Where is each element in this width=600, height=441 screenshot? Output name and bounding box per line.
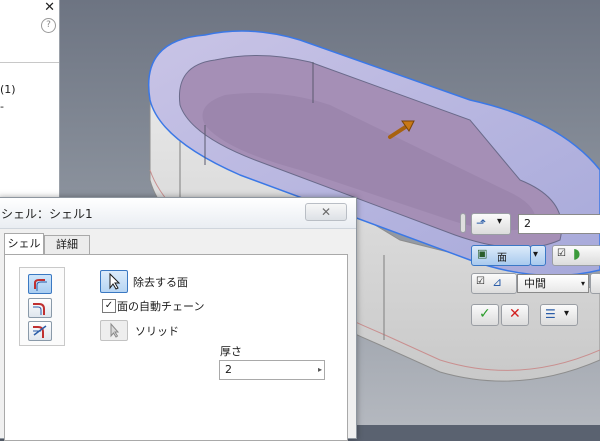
solid-icon: ◗: [573, 246, 581, 262]
dimension-icon: ⊿: [492, 275, 503, 289]
thickness-input[interactable]: 2 ▸: [219, 360, 325, 380]
minitoolbar-face-button[interactable]: ▣ 面: [471, 245, 531, 266]
thickness-label: 厚さ: [220, 345, 242, 358]
ok-check-icon: ✓: [479, 306, 491, 322]
minitoolbar-mode-select[interactable]: 中間 ▾: [517, 274, 589, 293]
chevron-down-icon: ▾: [580, 279, 585, 288]
cancel-x-icon: ✕: [509, 306, 521, 322]
minitoolbar-dimension-button[interactable]: ☑ ⊿: [471, 273, 517, 294]
ok-button[interactable]: ✓: [471, 304, 499, 326]
tab-shell[interactable]: シェル: [4, 233, 44, 256]
solid-label: ソリッド: [135, 325, 179, 338]
thickness-value: 2: [225, 363, 232, 376]
tab-detail[interactable]: 詳細: [44, 235, 90, 254]
direction-inside-button[interactable]: [28, 274, 52, 294]
direction-outside-button[interactable]: [28, 298, 52, 318]
minitoolbar-thickness-input[interactable]: 2: [518, 214, 600, 234]
checkbox-icon: ☑: [476, 276, 485, 287]
cancel-button[interactable]: ✕: [501, 304, 529, 326]
direction-outside-icon: [33, 303, 45, 315]
remove-faces-select-button[interactable]: [100, 270, 128, 293]
dialog-title: シェル：シェル1: [1, 207, 93, 221]
spinner-arrow-icon[interactable]: ▸: [318, 361, 322, 379]
shell-tab-panel: 除去する面 ✓ 面の自動チェーン ソリッド 厚さ 2 ▸: [4, 254, 348, 441]
minitoolbar-direction-button[interactable]: ⬏ ▾: [471, 213, 511, 235]
arrow-select-icon: [109, 272, 121, 290]
minitoolbar-extra-button[interactable]: [590, 273, 600, 294]
list-icon: ☰: [545, 307, 556, 321]
dialog-close-button[interactable]: ✕: [305, 203, 347, 221]
face-label: 面: [497, 253, 507, 264]
arrow-select-icon: [110, 322, 120, 338]
minitoolbar-grip[interactable]: [460, 213, 466, 233]
direction-both-icon: [33, 325, 47, 338]
minitoolbar-face-dropdown[interactable]: ▾: [530, 245, 546, 266]
direction-both-button[interactable]: [28, 321, 52, 341]
help-icon[interactable]: ?: [41, 18, 56, 33]
browser-item[interactable]: (1): [0, 83, 16, 96]
close-icon[interactable]: ✕: [44, 0, 55, 15]
browser-item[interactable]: -: [0, 100, 4, 113]
dialog-titlebar[interactable]: シェル：シェル1 ✕: [0, 198, 356, 229]
shell-dialog: シェル：シェル1 ✕ シェル 詳細 除去する面 ✓ 面の自動チェーン ソリッド …: [0, 197, 357, 441]
chevron-down-icon: ▾: [533, 249, 539, 260]
face-icon: ▣: [477, 247, 488, 260]
browser-panel: ✕ ? (1) -: [0, 0, 60, 200]
checkbox-icon: ☑: [557, 248, 566, 259]
direction-group: [19, 267, 65, 346]
chevron-down-icon: ▾: [497, 216, 503, 227]
auto-chain-checkbox[interactable]: ✓: [102, 299, 116, 313]
minitoolbar-solid-button[interactable]: ☑ ◗: [552, 245, 600, 266]
solid-select-button[interactable]: [100, 320, 128, 341]
direction-icon: ⬏: [476, 216, 487, 230]
remove-faces-label: 除去する面: [133, 276, 188, 289]
divider: [0, 62, 59, 63]
auto-chain-label: 面の自動チェーン: [117, 300, 205, 313]
minitoolbar-menu-button[interactable]: ☰ ▾: [540, 304, 578, 326]
direction-inside-icon: [34, 279, 47, 291]
chevron-down-icon: ▾: [564, 308, 570, 319]
